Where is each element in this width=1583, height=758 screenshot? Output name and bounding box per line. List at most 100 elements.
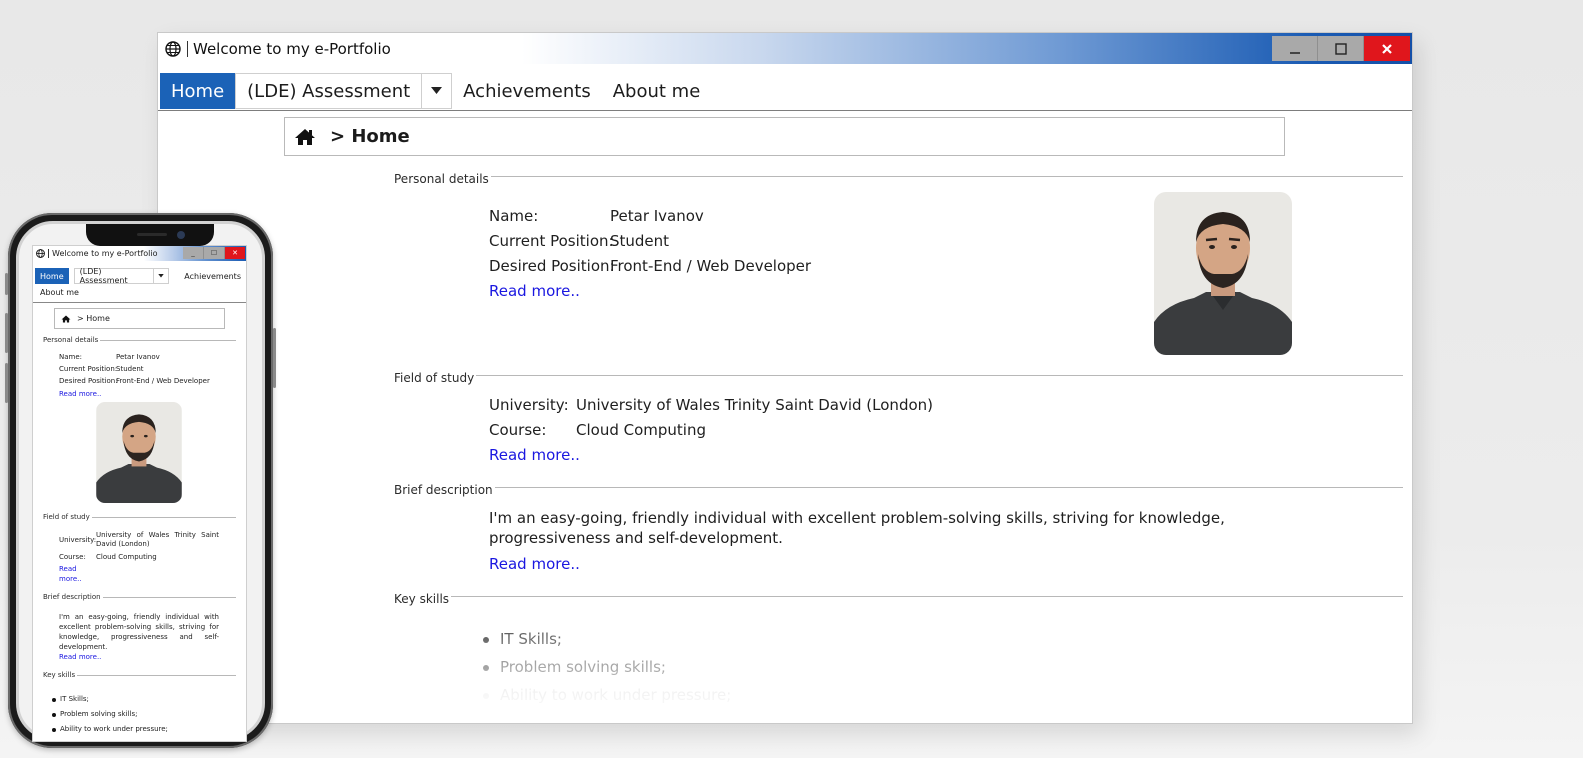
mobile-brief-text: I'm an easy-going, friendly individual w… [59,613,219,651]
nav-menu: Home (LDE) Assessment Achievements About… [160,73,711,109]
nav-assessment[interactable]: (LDE) Assessment [235,73,423,109]
desired-position-label: Desired Position: [59,377,118,385]
desktop-window: Welcome to my e-Portfolio Home (LDE) Ass… [157,32,1413,724]
mobile-section-skills: Key skills [43,670,236,680]
mobile-maximize-button[interactable]: ☐ [204,247,225,259]
mobile-personal-read-more[interactable]: Read more.. [59,390,101,398]
mobile-title-bar[interactable]: Welcome to my e-Portfolio _ ☐ ✕ [33,246,246,261]
skills-list: IT Skills; Problem solving skills; Abili… [482,625,731,709]
mobile-name-row: Name: Petar Ivanov [59,353,160,361]
mobile-minimize-button[interactable]: _ [183,247,204,259]
mobile-breadcrumb-current: > Home [77,314,110,323]
mobile-profile-photo [96,402,182,503]
home-icon[interactable] [61,314,71,323]
course-value: Cloud Computing [96,553,157,561]
globe-icon [36,249,45,258]
skill-item: IT Skills; [482,625,731,653]
breadcrumb: > Home [284,117,1285,156]
minimize-button[interactable] [1272,36,1318,61]
section-personal: Personal details [394,168,1403,186]
course-value: Cloud Computing [576,421,706,439]
course-label: Course: [489,421,547,439]
brief-description-text: I'm an easy-going, friendly individual w… [489,509,1225,547]
section-divider [394,487,1403,488]
current-position-row: Current Position:Student [489,232,669,250]
section-legend: Field of study [43,513,92,521]
phone-volume-down [5,363,8,403]
section-legend: Personal details [43,336,101,344]
phone-mute-switch [5,273,8,295]
window-title: Welcome to my e-Portfolio [193,39,391,58]
name-label: Name: [59,353,83,361]
globe-icon [165,40,181,57]
brief-read-more-link[interactable]: Read more.. [489,555,580,573]
nav-home[interactable]: Home [160,73,236,109]
nav-assessment-dropdown[interactable] [422,73,453,109]
section-legend: Brief description [43,593,103,601]
personal-read-more-link[interactable]: Read more.. [489,282,580,300]
current-position-label: Current Position: [489,232,614,250]
course-row: Course: Cloud Computing [489,421,706,439]
title-bar[interactable]: Welcome to my e-Portfolio [158,33,1412,64]
mobile-study-read-more-line2[interactable]: more.. [59,575,82,583]
mobile-nav-assessment-dropdown[interactable] [154,268,170,284]
name-row: Name: Petar Ivanov [489,207,704,225]
skill-item: IT Skills; [52,692,168,707]
section-legend: Field of study [394,371,477,385]
section-legend: Personal details [394,172,491,186]
home-icon[interactable] [294,128,316,146]
mobile-university-label: University: [59,536,97,544]
mobile-nav-achievements[interactable]: Achievements [179,268,246,284]
phone-power-button [273,328,276,388]
section-divider [394,375,1403,376]
close-icon [1382,43,1392,54]
mobile-study-read-more-line1[interactable]: Read [59,565,77,573]
profile-photo [1154,192,1292,355]
maximize-icon [1334,42,1347,55]
current-position-label: Current Position: [59,365,118,373]
menu-bar: Home (LDE) Assessment Achievements About… [158,64,1412,111]
mobile-window-controls: _ ☐ ✕ [183,247,245,259]
mobile-nav-assessment[interactable]: (LDE) Assessment [73,267,155,285]
university-row: University: University of Wales Trinity S… [489,396,933,414]
mobile-window-title: Welcome to my e-Portfolio [52,249,158,258]
mobile-nav-home[interactable]: Home [35,268,69,284]
phone-notch [86,224,214,246]
current-position-value: Student [116,365,144,373]
minimize-icon [1289,51,1300,54]
speaker [137,233,167,236]
mobile-skills-list: IT Skills; Problem solving skills; Abili… [52,692,168,737]
menu-divider [33,302,246,303]
desired-position-label: Desired Position: [489,257,615,275]
section-legend: Key skills [394,592,452,606]
nav-about[interactable]: About me [602,73,712,109]
phone-mockup: Welcome to my e-Portfolio _ ☐ ✕ Home (LD… [5,213,276,748]
skill-item: Ability to work under pressure; [482,681,731,709]
mobile-section-personal: Personal details [43,335,236,345]
desired-position-row: Desired Position:Front-End / Web Develop… [489,257,811,275]
close-button[interactable] [1364,36,1410,61]
study-read-more-link[interactable]: Read more.. [489,446,580,464]
course-label: Course: [59,553,86,561]
title-separator [48,249,49,258]
caret-down-icon [158,274,165,278]
nav-achievements[interactable]: Achievements [452,73,602,109]
mobile-section-brief: Brief description [43,592,236,602]
maximize-button[interactable] [1318,36,1364,61]
mobile-nav-about[interactable]: About me [40,288,79,297]
university-label: University: [489,396,569,414]
mobile-current-row: Current Position:Student [59,365,144,373]
section-brief: Brief description [394,479,1403,497]
phone-volume-up [5,313,8,353]
title-separator [187,40,188,57]
mobile-section-study: Field of study [43,512,236,522]
portrait-image [96,402,182,503]
university-value: University of Wales Trinity Saint David … [576,396,933,414]
section-legend: Brief description [394,483,495,497]
skill-item: Problem solving skills; [52,707,168,722]
mobile-close-button[interactable]: ✕ [225,247,245,259]
section-legend: Key skills [43,671,78,679]
breadcrumb-current: > Home [330,126,410,147]
mobile-brief-read-more[interactable]: Read more.. [59,653,101,661]
section-divider [394,176,1403,177]
